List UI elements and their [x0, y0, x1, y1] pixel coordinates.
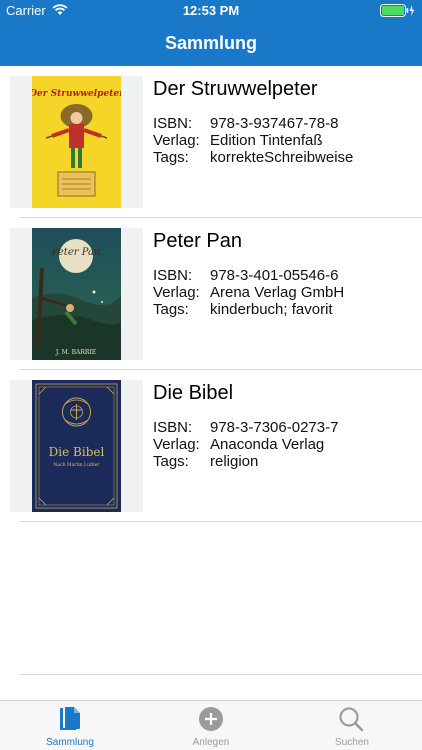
book-title: Peter Pan — [153, 230, 242, 252]
tab-bar: Sammlung Anlegen Suchen — [0, 700, 422, 750]
publisher-label: Verlag: — [153, 436, 200, 453]
documents-icon — [60, 707, 80, 730]
peter-pan-cover-art: Peter Pan J. M. BARRIE — [32, 228, 121, 360]
tags-value: religion — [210, 453, 259, 470]
struwwelpeter-cover-lettering: Der Struwwelpeter — [32, 89, 121, 99]
book-cover-struwwelpeter: Der Struwwelpeter — [10, 76, 143, 208]
die-bibel-cover-subtitle: Nach Martin Luther — [54, 462, 101, 468]
isbn-label: ISBN: — [153, 115, 193, 132]
book-cover-die-bibel: Die Bibel Nach Martin Luther — [10, 380, 143, 512]
tab-anlegen[interactable]: Anlegen — [141, 701, 281, 750]
die-bibel-cover-art: Die Bibel Nach Martin Luther — [32, 380, 121, 512]
isbn-value: 978-3-7306-0273-7 — [210, 419, 339, 436]
isbn-label: ISBN: — [153, 419, 193, 436]
clock: 12:53 PM — [182, 3, 240, 18]
isbn-value: 978-3-401-05546-6 — [210, 267, 339, 284]
peter-pan-cover-author: J. M. BARRIE — [55, 349, 96, 356]
book-row[interactable]: Peter Pan J. M. BARRIE Peter Pan ISBN: 9… — [0, 218, 422, 370]
tab-label: Anlegen — [192, 737, 230, 748]
tags-label: Tags: — [153, 301, 189, 318]
battery-icon — [380, 4, 415, 17]
book-cover-peter-pan: Peter Pan J. M. BARRIE — [10, 228, 143, 360]
publisher-label: Verlag: — [153, 284, 200, 301]
tags-label: Tags: — [153, 453, 189, 470]
peter-pan-cover-lettering: Peter Pan — [51, 247, 101, 258]
publisher-value: Anaconda Verlag — [210, 436, 325, 453]
book-title: Die Bibel — [153, 382, 234, 404]
page-title: Sammlung — [164, 33, 257, 53]
row-divider — [20, 674, 422, 675]
publisher-label: Verlag: — [153, 132, 200, 149]
book-row[interactable]: Der Struwwelpeter Der Struwwelpeter ISBN… — [0, 66, 422, 218]
tab-suchen[interactable]: Suchen — [282, 701, 422, 750]
publisher-value: Arena Verlag GmbH — [210, 284, 345, 301]
tab-sammlung[interactable]: Sammlung — [0, 701, 140, 750]
search-icon — [339, 707, 364, 732]
book-row[interactable]: Die Bibel Nach Martin Luther Die Bibel I… — [0, 370, 422, 522]
tags-value: korrekteSchreibweise — [210, 149, 354, 166]
struwwelpeter-cover-art: Der Struwwelpeter — [32, 76, 121, 208]
book-title: Der Struwwelpeter — [153, 78, 318, 100]
tags-value: kinderbuch; favorit — [210, 301, 333, 318]
row-divider — [20, 521, 422, 522]
isbn-value: 978-3-937467-78-8 — [210, 115, 339, 132]
add-circle-icon — [199, 707, 223, 731]
navigation-bar: Sammlung — [0, 22, 422, 66]
publisher-value: Edition Tintenfaß — [210, 132, 323, 149]
tab-label: Suchen — [335, 737, 369, 748]
die-bibel-cover-lettering: Die Bibel — [49, 445, 105, 459]
status-bar: Carrier 12:53 PM — [0, 0, 422, 22]
tags-label: Tags: — [153, 149, 189, 166]
isbn-label: ISBN: — [153, 267, 193, 284]
tab-label: Sammlung — [46, 737, 94, 748]
